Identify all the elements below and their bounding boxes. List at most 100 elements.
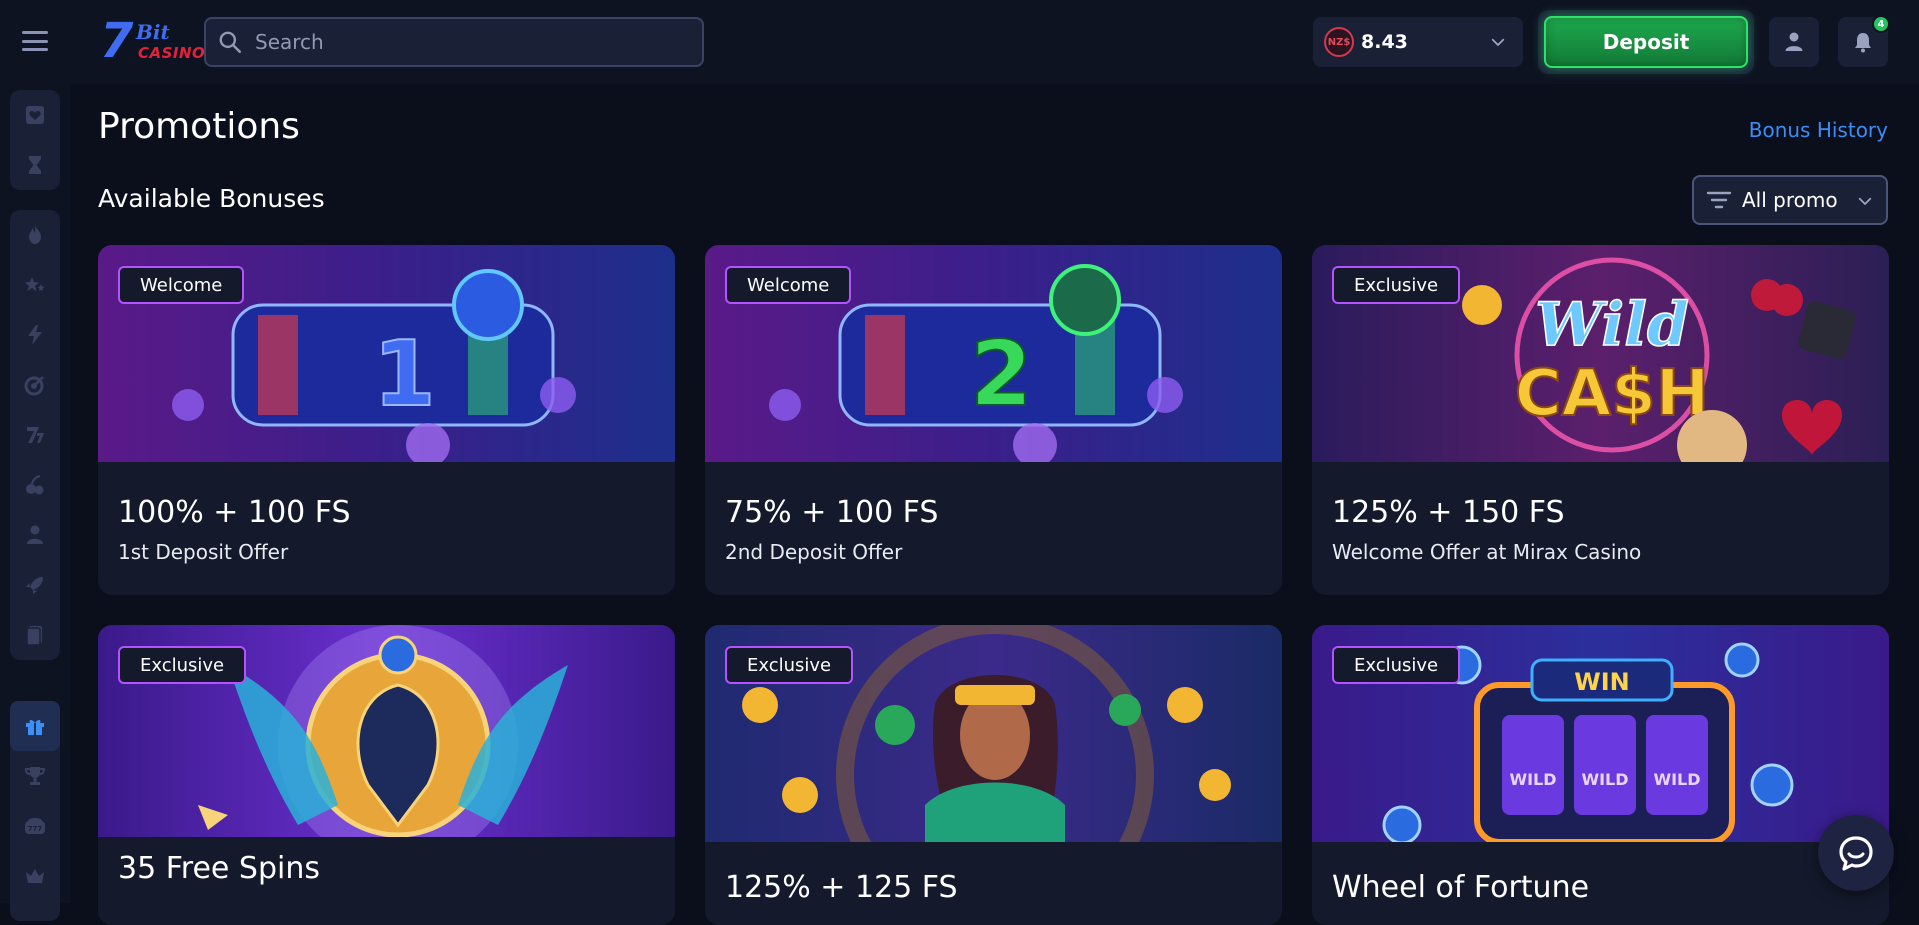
promo-filter-select[interactable]: All promo — [1692, 175, 1888, 225]
sidebar-item-vip[interactable] — [10, 851, 60, 901]
sidebar-nav: 777 — [0, 84, 70, 921]
sidebar-item-jackpot[interactable]: 777 — [10, 801, 60, 851]
gift-icon — [26, 719, 44, 735]
chevron-down-icon — [1858, 197, 1872, 205]
sidebar-item-crash[interactable] — [10, 560, 60, 610]
svg-text:WILD: WILD — [1653, 770, 1700, 789]
promo-badge: Exclusive — [725, 646, 854, 684]
cherries-icon — [26, 475, 44, 495]
chevron-down-icon — [1491, 38, 1505, 46]
svg-text:WILD: WILD — [1581, 770, 1628, 789]
bonus-history-link[interactable]: Bonus History — [1749, 118, 1888, 142]
logo-top-text: Bit — [136, 20, 170, 44]
dealer-icon — [27, 525, 43, 544]
notification-count-badge: 4 — [1872, 15, 1890, 33]
svg-text:1: 1 — [373, 322, 436, 427]
svg-text:2: 2 — [970, 322, 1033, 427]
promo-banner: WIN WILD WILD WILD Exclusive — [1312, 625, 1889, 842]
lightning-icon — [28, 325, 42, 345]
target-icon — [24, 376, 44, 396]
jackpot-icon: 777 — [25, 818, 45, 834]
casino-logo[interactable]: 7 Bit CASINO — [98, 13, 205, 69]
balance-selector[interactable]: NZ$ 8.43 — [1313, 17, 1523, 67]
promo-banner: Exclusive — [98, 625, 675, 837]
deposit-container: Deposit — [1538, 10, 1754, 74]
promo-banner: Exclusive — [705, 625, 1282, 842]
promo-subtitle: 1st Deposit Offer — [118, 540, 289, 564]
sidebar-item-cards[interactable] — [10, 610, 60, 660]
promo-title: 100% + 100 FS — [118, 495, 351, 530]
promo-badge: Welcome — [725, 266, 852, 304]
sidebar-item-tournaments[interactable] — [10, 751, 60, 801]
promo-card[interactable]: WIN WILD WILD WILD Exclusive Wheel of Fo… — [1312, 625, 1889, 925]
sidebar-item-recent[interactable] — [10, 140, 60, 190]
slot-seven-icon — [27, 427, 44, 443]
stars-icon — [25, 277, 45, 291]
sidebar-item-slots[interactable] — [10, 410, 60, 460]
sidebar-group-promos: 777 — [10, 701, 60, 921]
trophy-icon — [24, 767, 46, 785]
logo-bottom-text: CASINO — [138, 44, 206, 62]
flame-icon — [29, 225, 41, 244]
crown-icon — [26, 869, 44, 883]
svg-text:Wild: Wild — [1535, 290, 1689, 360]
top-header: 7 Bit CASINO NZ$ 8.43 Deposit 4 — [0, 0, 1919, 84]
sidebar-item-target[interactable] — [10, 360, 60, 410]
promo-card[interactable]: 2 Welcome 75% + 100 FS 2nd Deposit Offer — [705, 245, 1282, 595]
menu-line — [22, 48, 48, 51]
promo-card[interactable]: Exclusive 35 Free Spins — [98, 625, 675, 925]
sidebar-item-favorites[interactable] — [10, 90, 60, 140]
search-input[interactable] — [255, 30, 695, 54]
deposit-button[interactable]: Deposit — [1544, 16, 1748, 68]
notifications-button[interactable]: 4 — [1838, 15, 1890, 67]
favorites-icon — [26, 106, 44, 124]
currency-badge: NZ$ — [1324, 27, 1354, 57]
logo-mark: 7 — [100, 13, 134, 69]
section-title: Available Bonuses — [98, 184, 325, 213]
filter-label: All promo — [1742, 188, 1838, 212]
user-icon — [1785, 32, 1803, 51]
promo-banner: 2 Welcome — [705, 245, 1282, 462]
promo-card[interactable]: 1 Welcome 100% + 100 FS 1st Deposit Offe… — [98, 245, 675, 595]
promo-title: Wheel of Fortune — [1332, 870, 1590, 905]
sidebar-item-new[interactable] — [10, 260, 60, 310]
cards-icon — [26, 626, 42, 646]
sidebar-item-bonus-buy[interactable] — [10, 310, 60, 360]
menu-line — [22, 31, 48, 34]
page-title: Promotions — [98, 106, 300, 147]
hourglass-icon — [29, 156, 41, 174]
promo-banner: 1 Welcome — [98, 245, 675, 462]
filter-icon — [1706, 191, 1732, 209]
search-bar[interactable] — [204, 17, 704, 67]
promo-title: 75% + 100 FS — [725, 495, 939, 530]
live-chat-button[interactable] — [1818, 815, 1894, 891]
promo-title: 125% + 125 FS — [725, 870, 958, 905]
profile-button[interactable] — [1769, 17, 1819, 67]
promo-card[interactable]: Exclusive 125% + 125 FS — [705, 625, 1282, 925]
rocket-icon — [26, 577, 43, 594]
svg-text:WILD: WILD — [1509, 770, 1556, 789]
promo-badge: Exclusive — [1332, 266, 1461, 304]
bell-icon — [1855, 33, 1871, 53]
chat-bubble-icon — [1839, 836, 1873, 871]
promo-subtitle: 2nd Deposit Offer — [725, 540, 903, 564]
sidebar-item-live-dealer[interactable] — [10, 510, 60, 560]
svg-text:WIN: WIN — [1574, 668, 1630, 696]
sidebar-item-promotions[interactable] — [10, 701, 60, 751]
promo-title: 125% + 150 FS — [1332, 495, 1565, 530]
promo-title: 35 Free Spins — [118, 851, 320, 886]
promo-card[interactable]: Wild CA$H Exclusive 125% + 150 FS Welcom… — [1312, 245, 1889, 595]
svg-text:CA$H: CA$H — [1515, 357, 1710, 431]
promo-badge: Exclusive — [1332, 646, 1461, 684]
sidebar-item-hot[interactable] — [10, 210, 60, 260]
search-icon — [219, 31, 242, 54]
promo-badge: Exclusive — [118, 646, 247, 684]
promo-banner: Wild CA$H Exclusive — [1312, 245, 1889, 462]
promo-subtitle: Welcome Offer at Mirax Casino — [1332, 540, 1642, 564]
menu-line — [22, 39, 48, 43]
hamburger-menu-button[interactable] — [20, 28, 50, 54]
promo-badge: Welcome — [118, 266, 245, 304]
sidebar-item-table-games[interactable] — [10, 460, 60, 510]
sidebar-group-personal — [10, 90, 60, 190]
balance-amount: 8.43 — [1361, 31, 1408, 53]
